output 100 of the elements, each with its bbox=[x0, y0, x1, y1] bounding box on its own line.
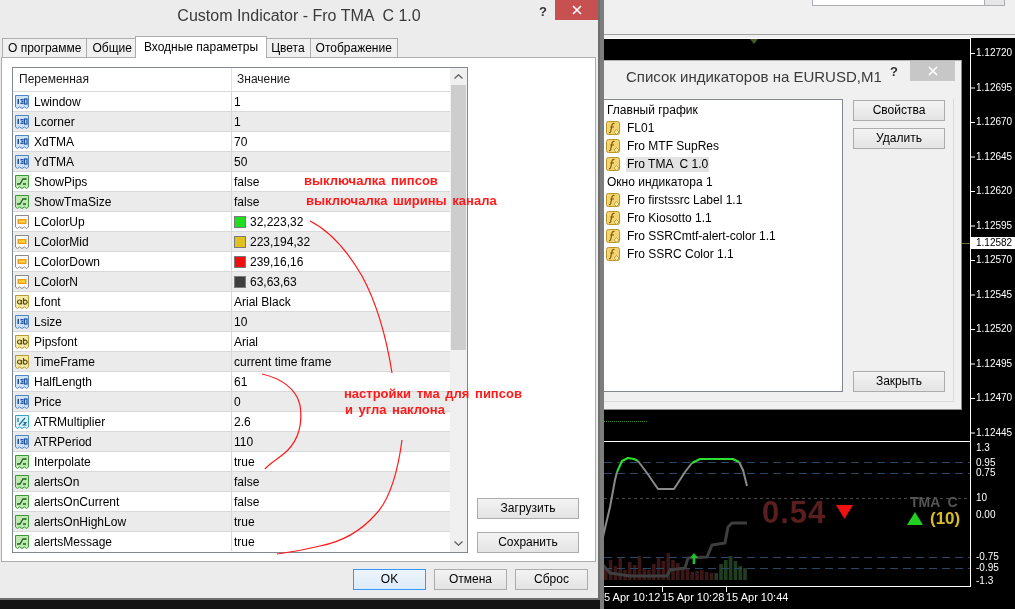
tab[interactable]: Отображение bbox=[309, 38, 398, 57]
parameter-value[interactable]: 10 bbox=[234, 314, 248, 329]
price-label: 1.12595 bbox=[976, 219, 1013, 232]
tab[interactable]: Цвета bbox=[265, 38, 311, 57]
parameter-value[interactable]: 50 bbox=[234, 154, 248, 169]
load-button[interactable]: Загрузить bbox=[477, 498, 579, 519]
function-icon bbox=[606, 247, 620, 261]
level-label: 10 bbox=[976, 492, 988, 504]
parameter-value[interactable]: false bbox=[234, 174, 260, 189]
price-label: 1.12695 bbox=[976, 81, 1013, 94]
indicator-item[interactable]: FL01 bbox=[626, 120, 656, 136]
function-icon bbox=[606, 211, 620, 225]
dropdown-button[interactable] bbox=[985, 0, 1005, 6]
parameter-value[interactable]: 70 bbox=[234, 134, 248, 149]
parameter-value[interactable]: false bbox=[234, 494, 260, 509]
numeric-icon bbox=[14, 373, 30, 390]
annotation-text: настройки тма для пипсов bbox=[344, 387, 522, 401]
parameter-value[interactable]: true bbox=[234, 514, 255, 529]
parameter-value[interactable]: 2.6 bbox=[234, 414, 251, 429]
function-icon bbox=[606, 139, 620, 153]
parameter-name: LColorUp bbox=[34, 214, 85, 229]
close-button[interactable] bbox=[910, 61, 955, 81]
input-field[interactable] bbox=[812, 0, 985, 6]
indicator-item[interactable]: Fro MTF SupRes bbox=[626, 138, 720, 154]
numeric-icon bbox=[14, 113, 30, 130]
parameter-value[interactable]: Arial bbox=[234, 334, 258, 349]
tab[interactable]: О программе bbox=[2, 38, 88, 57]
parameter-name: ATRMultiplier bbox=[34, 414, 106, 429]
properties-button[interactable]: Свойства bbox=[853, 100, 945, 121]
step-line-icon bbox=[14, 173, 30, 190]
numeric-icon bbox=[14, 133, 30, 150]
parameter-name: ShowTmaSize bbox=[34, 194, 112, 209]
indicator-item[interactable]: Fro firstssrc Label 1.1 bbox=[626, 192, 744, 208]
dialog-title: Список индикаторов на EURUSD,M1 bbox=[626, 67, 882, 86]
parameter-value[interactable]: 110 bbox=[234, 434, 254, 449]
parameter-value[interactable]: true bbox=[234, 454, 255, 469]
step-line-icon bbox=[14, 533, 30, 550]
price-label: 1.12720 bbox=[976, 47, 1013, 59]
parameter-name: alertsMessage bbox=[34, 534, 113, 549]
help-button[interactable]: ? bbox=[888, 64, 900, 79]
step-line-icon bbox=[14, 453, 30, 470]
numeric-icon bbox=[14, 433, 30, 450]
close-dialog-button[interactable]: Закрыть bbox=[853, 371, 945, 392]
help-button[interactable]: ? bbox=[537, 4, 549, 19]
parameter-name: HalfLength bbox=[34, 374, 93, 389]
delete-button[interactable]: Удалить bbox=[853, 128, 945, 149]
gradient-icon bbox=[14, 233, 30, 250]
parameter-value[interactable]: 1 bbox=[234, 94, 241, 109]
level-label: -0.75 bbox=[976, 551, 999, 563]
close-icon bbox=[927, 66, 938, 76]
group-label[interactable]: Окно индикатора 1 bbox=[606, 174, 714, 190]
parameter-value[interactable]: false bbox=[234, 474, 260, 489]
annotation-text: и угла наклона bbox=[345, 403, 445, 417]
parameter-name: LColorN bbox=[34, 274, 78, 289]
parameter-value[interactable]: 63,63,63 bbox=[250, 274, 297, 289]
parameter-value[interactable]: 239,16,16 bbox=[250, 254, 304, 269]
save-button[interactable]: Сохранить bbox=[477, 532, 579, 553]
cancel-button[interactable]: Отмена bbox=[434, 569, 507, 590]
numeric-icon bbox=[14, 393, 30, 410]
level-label: -0.95 bbox=[976, 562, 999, 574]
parameter-value[interactable]: 1 bbox=[234, 114, 241, 129]
parameter-value[interactable]: true bbox=[234, 534, 255, 549]
group-label[interactable]: Главный график bbox=[606, 102, 699, 118]
indicator-item[interactable]: Fro SSRC Color 1.1 bbox=[626, 246, 735, 262]
parameter-value[interactable]: Arial Black bbox=[234, 294, 291, 309]
parameter-name: ShowPips bbox=[34, 174, 88, 189]
parameter-name: TimeFrame bbox=[34, 354, 95, 369]
close-button[interactable] bbox=[555, 0, 598, 20]
parameter-name: alertsOnCurrent bbox=[34, 494, 120, 509]
price-line bbox=[962, 243, 970, 244]
parameter-name: ATRPeriod bbox=[34, 434, 92, 449]
column-header: Значение bbox=[236, 71, 292, 88]
time-label: 15 Apr 10:28 bbox=[662, 591, 725, 603]
step-line-icon bbox=[14, 513, 30, 530]
dotted-line bbox=[604, 421, 647, 422]
parameter-name: alertsOn bbox=[34, 474, 80, 489]
parameter-value[interactable]: 0 bbox=[234, 394, 241, 409]
parameter-value[interactable]: current time frame bbox=[234, 354, 332, 369]
parameter-name: Lwindow bbox=[34, 94, 81, 109]
level-label: 0.00 bbox=[976, 509, 996, 521]
numeric-icon bbox=[14, 313, 30, 330]
tab[interactable]: Общие bbox=[86, 38, 138, 57]
parameter-value[interactable]: 61 bbox=[234, 374, 248, 389]
ok-button[interactable]: OK bbox=[353, 569, 426, 590]
indicator-item[interactable]: Fro SSRCmtf-alert-color 1.1 bbox=[626, 228, 777, 244]
reset-button[interactable]: Сброс bbox=[515, 569, 588, 590]
parameter-name: LColorMid bbox=[34, 234, 89, 249]
indicator-item[interactable]: Fro Kiosotto 1.1 bbox=[626, 210, 713, 226]
close-icon bbox=[571, 5, 582, 15]
parameter-value[interactable]: 32,223,32 bbox=[250, 214, 304, 229]
step-line-icon bbox=[14, 473, 30, 490]
indicator-item[interactable]: Fro TMA C 1.0 bbox=[626, 156, 710, 172]
price-label: 1.12470 bbox=[976, 392, 1013, 404]
parameter-value[interactable]: 223,194,32 bbox=[250, 234, 311, 249]
text-icon bbox=[14, 333, 30, 350]
parameter-name: YdTMA bbox=[34, 154, 74, 169]
tab[interactable]: Входные параметры bbox=[134, 36, 268, 58]
level-label: 1.3 bbox=[976, 442, 990, 454]
parameter-value[interactable]: false bbox=[234, 194, 260, 209]
window-title: Custom Indicator - Fro TMA C 1.0 bbox=[177, 6, 421, 25]
